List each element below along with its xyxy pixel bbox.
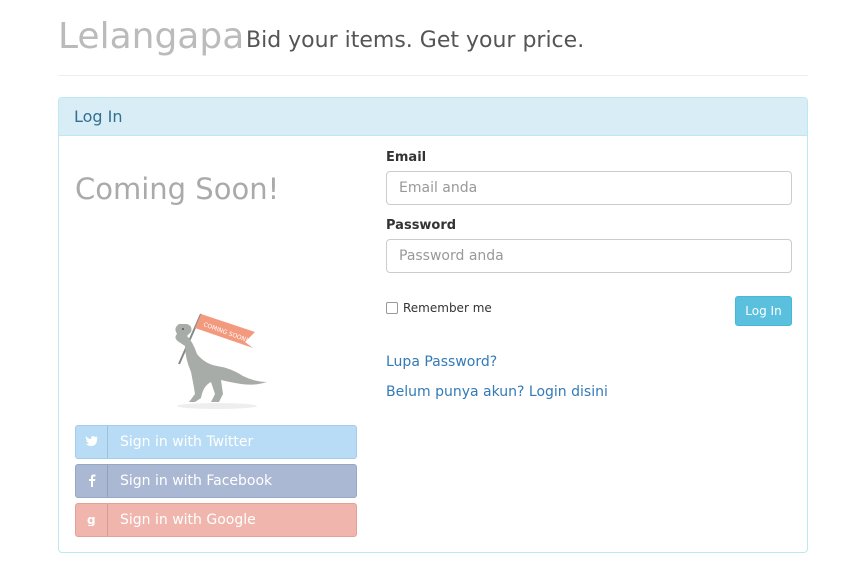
twitter-signin-label: Sign in with Twitter <box>120 434 254 450</box>
facebook-signin-button[interactable]: Sign in with Facebook <box>75 464 357 498</box>
email-input[interactable] <box>386 171 792 205</box>
google-icon: g <box>87 513 96 526</box>
tagline: Bid your items. Get your price. <box>246 28 585 53</box>
login-button[interactable]: Log In <box>735 296 792 326</box>
google-signin-button[interactable]: g Sign in with Google <box>75 503 357 537</box>
facebook-signin-label: Sign in with Facebook <box>120 473 273 489</box>
password-input[interactable] <box>386 239 792 273</box>
password-label: Password <box>386 218 457 233</box>
login-form: Email Password <box>386 150 792 286</box>
brand-logo[interactable]: Lelangapa <box>58 16 244 57</box>
google-signin-label: Sign in with Google <box>120 512 256 528</box>
remember-me[interactable]: Remember me <box>386 301 492 315</box>
email-group: Email <box>386 150 792 205</box>
coming-soon-heading: Coming Soon! <box>75 172 280 206</box>
login-panel: Log In Coming Soon! COMING SOON! Sign in… <box>58 97 808 553</box>
remember-me-checkbox[interactable] <box>386 302 398 314</box>
forgot-password-link[interactable]: Lupa Password? <box>386 354 497 370</box>
dinosaur-illustration: COMING SOON! <box>175 313 267 409</box>
register-link[interactable]: Belum punya akun? Login disini <box>386 384 608 400</box>
button-separator <box>107 504 108 536</box>
twitter-icon <box>85 436 98 446</box>
remember-me-label: Remember me <box>403 301 492 315</box>
button-separator <box>107 426 108 458</box>
panel-title: Log In <box>74 107 123 126</box>
password-group: Password <box>386 218 792 273</box>
page-header: Lelangapa Bid your items. Get your price… <box>58 14 808 76</box>
button-separator <box>107 465 108 497</box>
facebook-icon <box>89 474 96 487</box>
twitter-signin-button[interactable]: Sign in with Twitter <box>75 425 357 459</box>
panel-heading: Log In <box>59 98 807 136</box>
svg-text:g: g <box>87 513 96 526</box>
email-label: Email <box>386 150 427 165</box>
